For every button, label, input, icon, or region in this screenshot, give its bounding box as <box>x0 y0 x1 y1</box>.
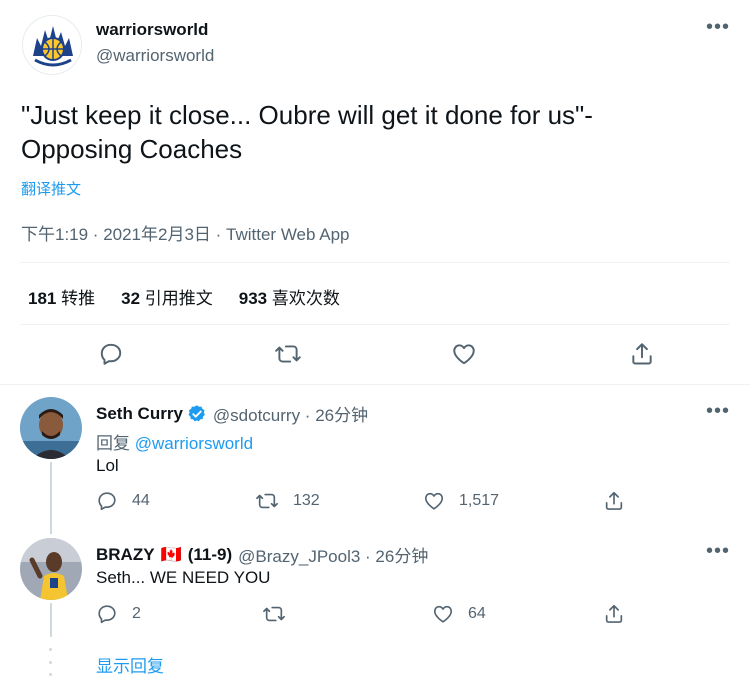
stat-retweets-label: 转推 <box>61 289 96 308</box>
tweet-text-line-2: Opposing Coaches <box>21 134 243 164</box>
retweet-icon <box>256 493 278 509</box>
share-button[interactable] <box>603 603 625 630</box>
heart-icon <box>453 344 475 365</box>
translate-link[interactable]: 翻译推文 <box>21 178 81 199</box>
reply-display-name[interactable]: BRAZY <box>96 545 155 565</box>
share-button[interactable] <box>603 490 625 517</box>
replying-to-handle[interactable]: @warriorsworld <box>135 434 253 453</box>
canada-flag-icon: 🇨🇦 <box>160 544 182 564</box>
like-button[interactable]: 64 <box>432 603 486 625</box>
reply-avatar-seth-curry[interactable] <box>20 397 82 459</box>
share-icon <box>632 343 652 365</box>
reply-icon <box>98 492 116 511</box>
stat-retweets[interactable]: 181 转推 <box>28 284 95 309</box>
warriors-logo-icon <box>24 17 81 74</box>
share-icon <box>605 604 623 623</box>
reply-count: 2 <box>132 605 141 622</box>
reply-display-name[interactable]: Seth Curry <box>96 404 183 424</box>
reply-icon <box>98 605 116 624</box>
retweet-icon <box>275 345 301 363</box>
reply-count: 44 <box>132 492 150 509</box>
like-button[interactable]: 1,517 <box>423 490 499 512</box>
reply-button[interactable]: 2 <box>96 603 141 625</box>
stat-likes-label: 喜欢次数 <box>271 289 340 308</box>
avatar-icon <box>20 397 82 459</box>
retweet-button[interactable] <box>274 341 302 367</box>
thread-line <box>50 462 52 534</box>
reply-button[interactable] <box>98 341 124 367</box>
share-icon <box>605 491 623 510</box>
stat-likes[interactable]: 933 喜欢次数 <box>239 284 340 309</box>
reply-display-name-record: (11-9) <box>187 544 233 564</box>
author-handle[interactable]: @warriorsworld <box>96 46 214 66</box>
replying-to-prefix: 回复 <box>96 434 130 453</box>
retweet-button[interactable] <box>262 603 300 625</box>
reply-header: Seth Curry @sdotcurry · 26分钟 <box>96 401 368 426</box>
reply-avatar-brazy[interactable] <box>20 538 82 600</box>
reply-text: Seth... WE NEED YOU <box>96 568 271 587</box>
reply-handle-time[interactable]: @Brazy_JPool3 · 26分钟 <box>238 542 428 567</box>
avatar-icon <box>20 538 82 600</box>
reply-button[interactable]: 44 <box>96 490 150 512</box>
stat-likes-count: 933 <box>238 289 268 308</box>
more-options-icon[interactable]: ••• <box>706 17 730 37</box>
tweet-stats: 181 转推 32 引用推文 933 喜欢次数 <box>28 284 340 309</box>
heart-icon <box>433 605 453 623</box>
divider <box>0 384 750 385</box>
reply-icon <box>100 343 122 365</box>
thread-dots-icon <box>49 648 53 676</box>
retweet-button[interactable]: 132 <box>255 490 320 512</box>
stat-quotes[interactable]: 32 引用推文 <box>121 284 213 309</box>
heart-icon <box>424 492 444 510</box>
verified-badge-icon <box>188 404 205 421</box>
retweet-count: 132 <box>293 492 320 509</box>
more-options-icon[interactable]: ••• <box>706 541 730 561</box>
author-avatar[interactable] <box>22 15 82 75</box>
stat-retweets-count: 181 <box>28 289 57 308</box>
replying-to: 回复 @warriorsworld <box>96 429 253 454</box>
reply-text: Lol <box>96 456 119 475</box>
divider <box>20 324 730 325</box>
stat-quotes-count: 32 <box>121 289 141 308</box>
thread-line <box>50 603 52 637</box>
like-button[interactable] <box>451 341 477 367</box>
reply-header: BRAZY 🇨🇦 (11-9) @Brazy_JPool3 · 26分钟 <box>96 542 428 567</box>
stat-quotes-label: 引用推文 <box>144 289 213 308</box>
tweet-text-line-1: "Just keep it close... Oubre will get it… <box>21 100 593 130</box>
author-display-name[interactable]: warriorsworld <box>96 20 208 40</box>
more-options-icon[interactable]: ••• <box>706 401 730 421</box>
retweet-icon <box>263 606 285 622</box>
tweet-text: "Just keep it close... Oubre will get it… <box>21 98 593 166</box>
divider <box>20 262 730 263</box>
show-replies-link[interactable]: 显示回复 <box>96 652 164 677</box>
share-button[interactable] <box>629 341 655 367</box>
reply-handle-time[interactable]: @sdotcurry · 26分钟 <box>213 401 368 426</box>
like-count: 1,517 <box>459 492 500 509</box>
tweet-meta[interactable]: 下午1:19 · 2021年2月3日 · Twitter Web App <box>21 220 350 245</box>
like-count: 64 <box>468 605 486 622</box>
